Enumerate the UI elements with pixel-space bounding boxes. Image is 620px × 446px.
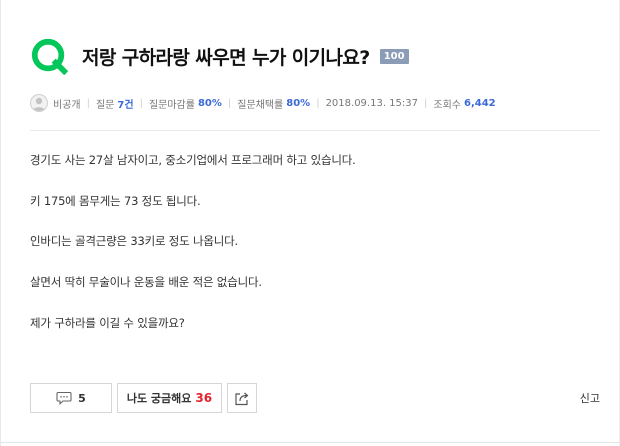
user-avatar-icon[interactable]: [30, 94, 48, 112]
q-circle-icon: [31, 38, 68, 75]
reward-badge: 100: [379, 48, 409, 64]
close-rate-label: 질문마감률: [148, 99, 195, 111]
meta-divider: |: [139, 97, 143, 109]
close-rate: 80%: [197, 97, 222, 109]
question-title: 저랑 구하라랑 싸우면 누가 이기나요?: [82, 46, 370, 69]
body-paragraph: 제가 구하라를 이길 수 있을까요?: [30, 316, 185, 330]
adopt-rate: 80%: [286, 97, 311, 109]
header-divider: [30, 130, 600, 131]
question-meta: 비공개 | 질문 7건 | 질문마감률 80% | 질문채택률 80% | 20…: [30, 93, 496, 113]
comment-button[interactable]: 5: [30, 383, 112, 413]
body-paragraph: 키 175에 몸무게는 73 정도 됩니다.: [30, 194, 201, 208]
share-icon: [235, 392, 249, 405]
speech-bubble-icon: [56, 391, 72, 405]
views-count: 6,442: [463, 97, 496, 109]
report-link[interactable]: 신고: [580, 390, 600, 406]
share-button[interactable]: [227, 383, 257, 413]
meta-divider: |: [316, 97, 320, 109]
body-paragraph: 경기도 사는 27살 남자이고, 중소기업에서 프로그래머 하고 있습니다.: [30, 153, 356, 167]
question-page: 저랑 구하라랑 싸우면 누가 이기나요? 100 비공개 | 질문 7건 | 질…: [0, 0, 620, 446]
meta-divider: |: [424, 97, 428, 109]
body-paragraph: 인바디는 골격근량은 33키로 정도 나옵니다.: [30, 234, 238, 248]
person-silhouette-icon: [32, 97, 46, 111]
curious-label: 나도 궁금해요: [126, 392, 192, 405]
adopt-rate-label: 질문채택률: [237, 99, 284, 111]
post-datetime: 2018.09.13. 15:37: [325, 97, 418, 109]
left-border: [0, 0, 1, 446]
question-count: 7건: [117, 99, 134, 111]
question-header: 저랑 구하라랑 싸우면 누가 이기나요? 100: [30, 36, 409, 76]
bottom-divider: [0, 442, 620, 443]
views-label: 조회수: [433, 99, 461, 111]
meta-divider: |: [227, 97, 232, 109]
curious-count: 36: [195, 391, 213, 405]
meta-divider: |: [86, 97, 90, 109]
body-paragraph: 살면서 딱히 무술이나 운동을 배운 적은 없습니다.: [30, 275, 262, 289]
author-name[interactable]: 비공개: [53, 96, 81, 111]
question-count-label: 질문: [95, 99, 115, 111]
curious-button[interactable]: 나도 궁금해요 36: [117, 383, 222, 413]
comment-count: 5: [78, 391, 86, 405]
